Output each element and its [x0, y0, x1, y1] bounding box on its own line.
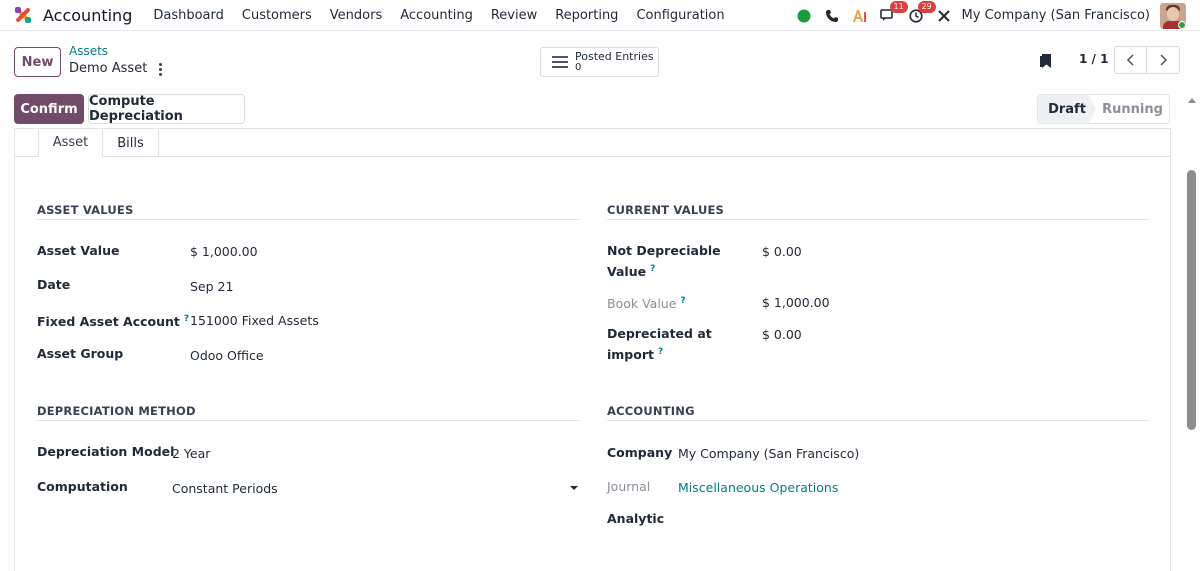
record-actions-kebab-icon[interactable]: [154, 61, 166, 77]
presence-status-icon[interactable]: [790, 0, 818, 31]
date-label: Date: [37, 277, 71, 292]
menu-customers[interactable]: Customers: [233, 8, 321, 23]
top-navbar: Accounting Dashboard Customers Vendors A…: [0, 0, 1200, 31]
asset-group-field[interactable]: Odoo Office: [190, 348, 264, 363]
posted-entries-label: Posted Entries: [575, 50, 654, 63]
scroll-up-arrow-icon[interactable]: [1188, 98, 1196, 103]
menu-vendors[interactable]: Vendors: [321, 8, 391, 23]
help-tooltip-icon[interactable]: ?: [680, 296, 685, 306]
dropdown-caret-icon[interactable]: [570, 486, 578, 490]
depreciation-model-field[interactable]: 2 Year: [172, 446, 210, 461]
online-status-icon: [1178, 20, 1186, 29]
user-avatar[interactable]: [1160, 2, 1186, 29]
help-tooltip-icon[interactable]: ?: [184, 314, 189, 324]
depreciated-at-import-field[interactable]: $ 0.00: [762, 327, 802, 342]
chevron-right-icon: [1160, 54, 1168, 66]
status-running[interactable]: Running: [1096, 95, 1169, 123]
book-value-field: $ 1,000.00: [762, 295, 830, 310]
section-title-current-values: CURRENT VALUES: [607, 203, 725, 217]
book-value-label: Book Value?: [607, 296, 686, 312]
messages-icon[interactable]: 11: [874, 0, 908, 31]
depreciated-at-import-label: Depreciated at import?: [607, 326, 712, 363]
not-depreciable-value-label: Not Depreciable Value?: [607, 243, 721, 280]
company-label: Company: [607, 445, 673, 460]
menu-configuration[interactable]: Configuration: [627, 8, 733, 23]
section-divider: [607, 420, 1149, 421]
notebook-tabs: Asset Bills: [15, 129, 1170, 157]
computation-select[interactable]: Constant Periods: [172, 481, 278, 496]
tab-asset[interactable]: Asset: [38, 129, 103, 157]
posted-entries-count: 0: [575, 62, 582, 73]
pager-value[interactable]: 1 / 1: [1079, 52, 1108, 66]
help-tooltip-icon[interactable]: ?: [658, 347, 663, 357]
asset-value-label: Asset Value: [37, 243, 120, 258]
help-tooltip-icon[interactable]: ?: [650, 264, 655, 274]
debug-tools-icon[interactable]: [930, 0, 958, 31]
section-divider: [607, 219, 1149, 220]
pager-next-button[interactable]: [1147, 46, 1180, 74]
analytic-label: Analytic: [607, 511, 665, 526]
breadcrumb-assets[interactable]: Assets: [69, 44, 108, 58]
fixed-asset-account-field[interactable]: 151000 Fixed Assets: [190, 313, 319, 328]
computation-label: Computation: [37, 479, 128, 494]
phone-icon[interactable]: [818, 0, 846, 31]
form-sheet: Asset Bills ASSET VALUES Asset Value $ 1…: [14, 128, 1171, 571]
menu-accounting[interactable]: Accounting: [391, 8, 482, 23]
breadcrumb-current: Demo Asset: [69, 61, 148, 76]
status-bar: Draft Running: [1037, 94, 1170, 124]
list-lines-icon: [552, 56, 568, 68]
ai-assistant-icon[interactable]: [846, 0, 874, 31]
systray: 11 29 My Company (San Francisco): [790, 0, 1200, 31]
form-scrollbar[interactable]: [1184, 94, 1200, 571]
asset-group-label: Asset Group: [37, 346, 124, 361]
menu-reporting[interactable]: Reporting: [546, 8, 627, 23]
company-field[interactable]: My Company (San Francisco): [678, 446, 859, 461]
compute-depreciation-button[interactable]: Compute Depreciation: [88, 94, 245, 124]
posted-entries-button[interactable]: Posted Entries 0: [540, 47, 659, 77]
status-draft[interactable]: Draft: [1038, 95, 1096, 123]
section-title-accounting: ACCOUNTING: [607, 404, 695, 418]
bookmark-icon[interactable]: [1039, 53, 1053, 69]
scrollbar-thumb[interactable]: [1187, 170, 1196, 430]
menu-dashboard[interactable]: Dashboard: [144, 8, 233, 23]
pager-previous-button[interactable]: [1114, 46, 1147, 74]
accounting-app-icon[interactable]: [12, 4, 34, 26]
fixed-asset-account-label: Fixed Asset Account?: [37, 314, 190, 330]
journal-link[interactable]: Miscellaneous Operations: [678, 480, 838, 495]
depreciation-model-label: Depreciation Model: [37, 444, 175, 459]
section-divider: [37, 420, 579, 421]
new-button[interactable]: New: [14, 47, 61, 77]
date-field[interactable]: Sep 21: [190, 279, 233, 294]
not-depreciable-value-field[interactable]: $ 0.00: [762, 244, 802, 259]
app-name[interactable]: Accounting: [43, 6, 132, 25]
activities-clock-icon[interactable]: 29: [902, 0, 936, 31]
asset-value-field[interactable]: $ 1,000.00: [190, 244, 258, 259]
company-switcher[interactable]: My Company (San Francisco): [962, 8, 1150, 23]
main-menu: Dashboard Customers Vendors Accounting R…: [144, 8, 733, 23]
menu-review[interactable]: Review: [482, 8, 546, 23]
section-divider: [37, 219, 579, 220]
tab-bills[interactable]: Bills: [103, 129, 159, 157]
confirm-button[interactable]: Confirm: [14, 94, 84, 124]
section-title-depreciation-method: DEPRECIATION METHOD: [37, 404, 196, 418]
section-title-asset-values: ASSET VALUES: [37, 203, 134, 217]
journal-label: Journal: [607, 479, 651, 494]
chevron-left-icon: [1126, 54, 1134, 66]
